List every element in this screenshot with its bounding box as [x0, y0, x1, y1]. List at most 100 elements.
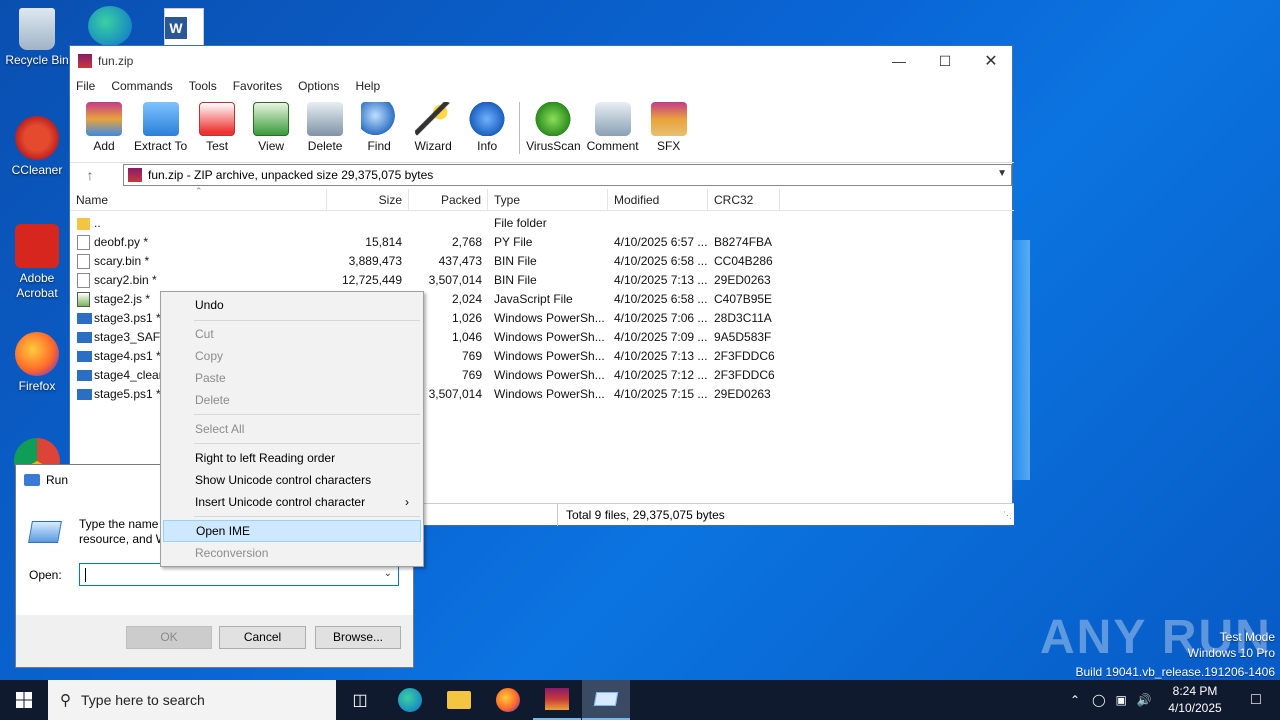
cell-modified: 4/10/2025 7:06 ...	[614, 311, 708, 325]
desktop-icon-firefox[interactable]: Firefox	[2, 332, 72, 393]
column-crc32[interactable]: CRC32	[708, 189, 780, 211]
wizard-button[interactable]: Wizard	[409, 102, 457, 153]
table-row[interactable]: deobf.py * 15,814 2,768 PY File 4/10/2025 6:…	[70, 233, 1014, 252]
menu-item-cut[interactable]: Cut	[163, 323, 421, 345]
taskbar-search-box[interactable]: ⚲ Type here to search	[48, 680, 336, 720]
column-modified[interactable]: Modified	[608, 189, 708, 211]
file-icon	[77, 273, 90, 288]
menu-options[interactable]: Options	[298, 79, 339, 93]
shield-icon[interactable]: ◯	[1092, 693, 1105, 707]
menu-item-select-all[interactable]: Select All	[163, 418, 421, 440]
cell-type: Windows PowerSh...	[494, 387, 605, 401]
menu-item-undo[interactable]: Undo	[163, 294, 421, 316]
volume-icon[interactable]: 🔊	[1137, 693, 1152, 707]
status-divider	[557, 504, 558, 526]
table-row[interactable]: scary.bin * 3,889,473 437,473 BIN File 4/10/…	[70, 252, 1014, 271]
add-button[interactable]: Add	[80, 102, 128, 153]
table-row[interactable]: .. File folder	[70, 214, 1014, 233]
taskbar-edge[interactable]	[386, 680, 434, 720]
find-button[interactable]: Find	[355, 102, 403, 153]
column-type[interactable]: Type	[488, 189, 608, 211]
taskbar-run[interactable]	[582, 680, 630, 720]
notification-button[interactable]: □	[1232, 680, 1280, 720]
resize-grip-icon[interactable]: ⋱	[1003, 510, 1012, 521]
cell-modified: 4/10/2025 7:12 ...	[614, 368, 708, 382]
column-size[interactable]: Size	[327, 189, 409, 211]
chevron-up-icon[interactable]: ⌃	[1070, 693, 1080, 707]
find-label: Find	[367, 139, 391, 153]
start-button[interactable]	[0, 680, 48, 720]
info-icon	[469, 102, 506, 136]
desktop-icon-ccleaner[interactable]: CCleaner	[2, 116, 72, 177]
chevron-down-icon[interactable]: ▼	[997, 168, 1007, 179]
script-icon	[77, 292, 90, 307]
watermark-build: Build 19041.vb_release.191206-1406	[1075, 665, 1276, 679]
test-button[interactable]: Test	[193, 102, 241, 153]
menu-item-open-ime[interactable]: Open IME	[163, 520, 421, 542]
close-button[interactable]: ✕	[968, 46, 1014, 76]
menu-help[interactable]: Help	[355, 79, 380, 93]
cell-type: Windows PowerSh...	[494, 330, 605, 344]
extract-to-button[interactable]: Extract To	[134, 102, 187, 153]
test-clipboard-icon	[199, 102, 236, 136]
cancel-button[interactable]: Cancel	[219, 626, 306, 649]
view-button[interactable]: View	[247, 102, 295, 153]
desktop-icon-acrobat[interactable]: Adobe Acrobat	[2, 224, 72, 301]
winrar-icon	[545, 688, 569, 710]
view-book-icon	[253, 102, 290, 136]
run-icon	[593, 692, 619, 706]
menu-tools[interactable]: Tools	[189, 79, 217, 93]
column-packed[interactable]: Packed	[409, 189, 488, 211]
up-arrow-icon[interactable]: ↑	[70, 167, 110, 183]
delete-button[interactable]: Delete	[301, 102, 349, 153]
task-view-button[interactable]: ◫	[336, 680, 384, 720]
ccleaner-icon	[15, 116, 59, 160]
taskbar-firefox[interactable]	[484, 680, 532, 720]
title-bar[interactable]: fun.zip	[70, 46, 1012, 76]
word-desktop-icon[interactable]: W	[164, 8, 204, 48]
sfx-button[interactable]: SFX	[645, 102, 693, 153]
ok-button[interactable]: OK	[126, 626, 212, 649]
virusscan-button[interactable]: VirusScan	[526, 102, 581, 153]
sort-arrow-icon: ⌃	[195, 186, 203, 196]
cell-crc: 9A5D583F	[714, 330, 772, 344]
powershell-icon	[77, 389, 92, 400]
trash-icon	[307, 102, 344, 136]
menu-item-rtl[interactable]: Right to left Reading order	[163, 447, 421, 469]
firefox-icon	[15, 332, 59, 376]
address-combo[interactable]: fun.zip - ZIP archive, unpacked size 29,…	[123, 164, 1012, 186]
chevron-down-icon[interactable]: ⌄	[384, 568, 392, 579]
cell-type: JavaScript File	[494, 292, 573, 306]
taskbar-winrar[interactable]	[533, 680, 581, 720]
info-button[interactable]: Info	[463, 102, 511, 153]
menu-item-show-unicode[interactable]: Show Unicode control characters	[163, 469, 421, 491]
browse-button[interactable]: Browse...	[315, 626, 401, 649]
table-row[interactable]: scary2.bin * 12,725,449 3,507,014 BIN File 4…	[70, 271, 1014, 290]
test-label: Test	[206, 139, 229, 153]
window-title: fun.zip	[98, 54, 134, 68]
minimize-button[interactable]: —	[876, 46, 922, 76]
menu-item-paste[interactable]: Paste	[163, 367, 421, 389]
menu-file[interactable]: File	[76, 79, 95, 93]
menu-favorites[interactable]: Favorites	[233, 79, 282, 93]
cell-size: 3,889,473	[348, 254, 402, 268]
menu-item-copy[interactable]: Copy	[163, 345, 421, 367]
taskbar-file-explorer[interactable]	[435, 680, 483, 720]
desktop-icon-recycle-bin[interactable]: Recycle Bin	[2, 8, 72, 67]
clock[interactable]: 8:24 PM 4/10/2025	[1160, 683, 1230, 717]
network-icon[interactable]: ▣	[1116, 693, 1127, 707]
menu-separator	[194, 516, 420, 517]
menu-item-delete[interactable]: Delete	[163, 389, 421, 411]
comment-button[interactable]: Comment	[587, 102, 639, 153]
menu-item-insert-unicode[interactable]: Insert Unicode control character	[163, 491, 421, 513]
extract-folder-icon	[142, 102, 179, 136]
edge-desktop-icon[interactable]	[88, 6, 132, 46]
cell-packed: 2,768	[451, 235, 482, 249]
wizard-label: Wizard	[414, 139, 452, 153]
menu-commands[interactable]: Commands	[111, 79, 172, 93]
address-bar: ↑ fun.zip - ZIP archive, unpacked size 2…	[70, 162, 1014, 186]
windows-logo-icon	[16, 692, 32, 708]
file-list-header: Name ⌃ Size Packed Type Modified CRC32	[70, 186, 1014, 211]
menu-item-reconversion[interactable]: Reconversion	[163, 542, 421, 564]
maximize-button[interactable]: ☐	[922, 46, 968, 76]
